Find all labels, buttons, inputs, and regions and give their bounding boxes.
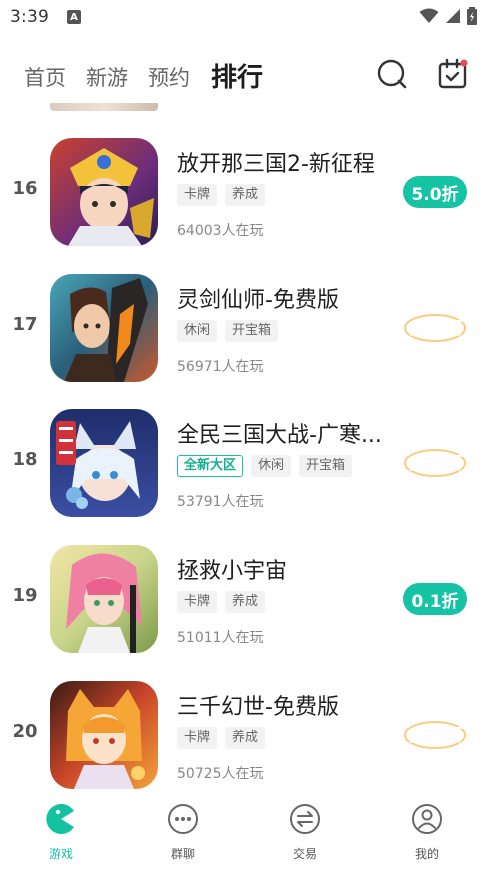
game-list-item[interactable]: 19 拯救小宇宙 卡牌 养成 51011人在玩 0.1折 [0,545,489,681]
bottom-nav-games[interactable]: 游戏 [26,803,96,862]
tag: 开宝箱 [299,455,353,477]
player-count: 64003人在玩 [177,223,264,239]
tag-list: 卡牌 养成 [177,184,266,206]
new-server-tag: 全新大区 [177,455,244,477]
tag: 开宝箱 [225,320,279,342]
free-version-badge[interactable]: 免费版 [403,308,467,346]
calendar-notification-icon[interactable] [437,58,469,90]
game-icon-lingjian-xianshi[interactable] [50,274,158,382]
previous-game-icon-partial [50,103,158,111]
bottom-nav-label: 游戏 [48,847,73,861]
game-list-item[interactable]: 18 全民三国大战-广寒... 全新大区 休闲 开宝箱 53791人在玩 免费版 [0,409,489,545]
ranking-list[interactable]: 16 放开那三国2-新征程 卡牌 养成 64003人在玩 5.0折 17 灵剑仙… [0,103,489,799]
tag: 养成 [225,184,266,206]
tag: 休闲 [177,320,218,342]
discount-badge[interactable]: 5.0折 [403,176,467,208]
game-list-item[interactable]: 17 灵剑仙师-免费版 休闲 开宝箱 56971人在玩 免费版 [0,274,489,410]
game-name[interactable]: 灵剑仙师-免费版 [177,282,392,314]
battery-icon [467,7,477,25]
profile-icon [412,804,442,834]
game-icon-fangkai-sanguo[interactable] [50,138,158,246]
free-version-label: 免费版 [410,726,464,746]
wifi-icon [419,8,439,23]
game-list-item[interactable]: 20 三千幻世-免费版 卡牌 养成 50725人在玩 免费版 [0,681,489,799]
bottom-nav-profile[interactable]: 我的 [392,803,462,862]
game-icon-quanmin-sanguo[interactable] [50,409,158,517]
status-bar: 3:39 A [0,0,489,34]
rank-number: 19 [12,585,38,606]
tag: 卡牌 [177,727,218,749]
tag-list: 全新大区 休闲 开宝箱 [177,455,353,477]
player-count: 50725人在玩 [177,766,264,782]
free-version-badge[interactable]: 免费版 [403,443,467,481]
notification-app-icon: A [66,10,81,24]
signal-icon [446,9,460,23]
game-name[interactable]: 拯救小宇宙 [177,553,392,585]
pacman-game-icon [46,804,74,834]
game-icon-zhengjiu-xiaoyuzhou[interactable] [50,545,158,653]
discount-badge[interactable]: 0.1折 [403,583,467,615]
tag-list: 休闲 开宝箱 [177,320,279,342]
chat-bubble-icon [168,804,198,834]
free-version-label: 免费版 [410,454,464,474]
rank-number: 18 [12,449,38,470]
tag: 养成 [225,727,266,749]
bottom-navigation: 游戏 群聊 交易 我的 [0,799,489,869]
bottom-nav-label: 我的 [414,847,439,861]
game-name[interactable]: 全民三国大战-广寒... [177,417,392,449]
status-icons [419,7,477,25]
tab-home[interactable]: 首页 [24,62,66,92]
tab-new-games[interactable]: 新游 [86,62,128,92]
bottom-nav-label: 群聊 [170,847,195,861]
game-name[interactable]: 放开那三国2-新征程 [177,146,392,178]
rank-number: 17 [12,314,38,335]
tag: 卡牌 [177,184,218,206]
rank-number: 16 [12,178,38,199]
free-version-badge[interactable]: 免费版 [403,715,467,753]
exchange-arrows-icon [290,804,320,834]
tag: 养成 [225,591,266,613]
search-icon[interactable] [376,58,408,90]
tag-list: 卡牌 养成 [177,727,266,749]
player-count: 53791人在玩 [177,494,264,510]
player-count: 56971人在玩 [177,359,264,375]
top-navigation: 首页 新游 预约 排行 [0,52,489,100]
tag-list: 卡牌 养成 [177,591,266,613]
tab-ranking[interactable]: 排行 [211,57,263,94]
bottom-nav-chat[interactable]: 群聊 [148,803,218,862]
status-time: 3:39 [10,7,49,27]
rank-number: 20 [12,721,38,742]
game-icon-sanqian-huanshi[interactable] [50,681,158,789]
free-version-label: 免费版 [410,319,464,339]
bottom-nav-label: 交易 [292,847,317,861]
tab-reservations[interactable]: 预约 [148,62,190,92]
game-name[interactable]: 三千幻世-免费版 [177,689,392,721]
player-count: 51011人在玩 [177,630,264,646]
tag: 休闲 [251,455,292,477]
tag: 卡牌 [177,591,218,613]
bottom-nav-trade[interactable]: 交易 [270,803,340,862]
game-list-item[interactable]: 16 放开那三国2-新征程 卡牌 养成 64003人在玩 5.0折 [0,138,489,274]
